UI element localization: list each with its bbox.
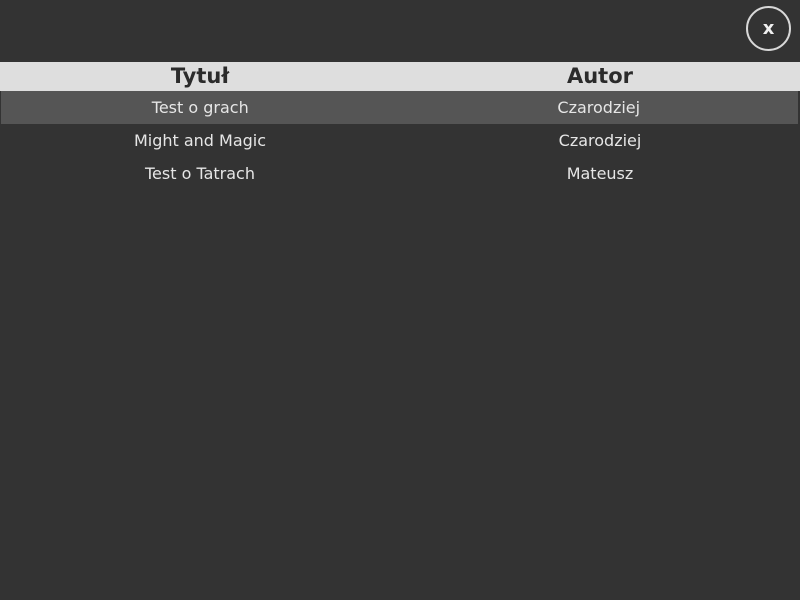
table-header: Tytuł Autor	[0, 62, 800, 91]
close-icon: x	[762, 18, 775, 39]
table-row[interactable]: Test o Tatrach Mateusz	[0, 157, 800, 190]
table-body: Test o grach Czarodziej Might and Magic …	[0, 91, 800, 190]
quiz-list-screen: x Tytuł Autor Test o grach Czarodziej Mi…	[0, 0, 800, 600]
close-button[interactable]: x	[746, 6, 791, 51]
cell-title: Test o Tatrach	[145, 164, 255, 183]
table-row[interactable]: Might and Magic Czarodziej	[0, 124, 800, 157]
cell-title: Test o grach	[151, 98, 249, 117]
cell-title: Might and Magic	[133, 131, 267, 150]
cell-author: Czarodziej	[557, 98, 641, 117]
column-header-author: Autor	[566, 64, 634, 88]
cell-author: Mateusz	[566, 164, 634, 183]
table-row[interactable]: Test o grach Czarodziej	[1, 91, 798, 124]
cell-author: Czarodziej	[558, 131, 642, 150]
column-header-title: Tytuł	[170, 64, 230, 88]
quiz-table: Tytuł Autor Test o grach Czarodziej Migh…	[0, 62, 800, 190]
